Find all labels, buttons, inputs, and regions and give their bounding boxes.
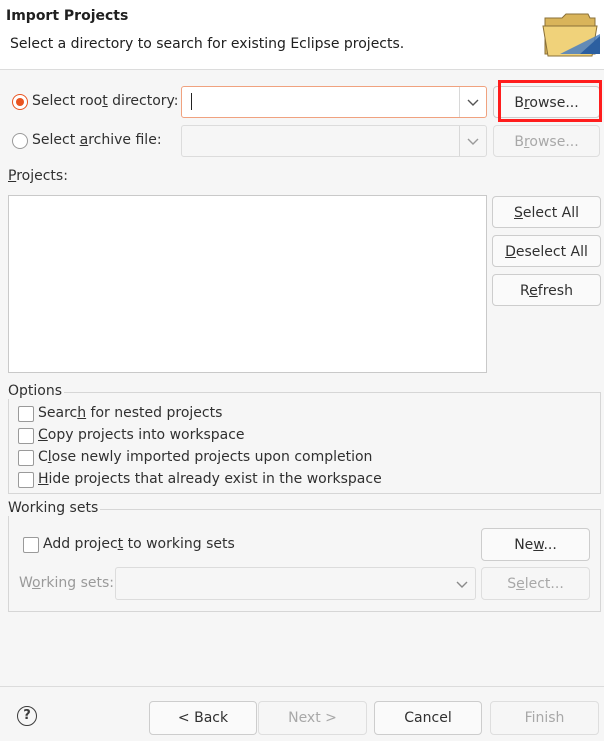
help-icon[interactable]: ? — [17, 706, 37, 726]
copy-projects-checkbox[interactable] — [18, 428, 34, 444]
folder-icon — [542, 13, 600, 57]
root-directory-radio[interactable] — [12, 94, 28, 110]
options-title: Options — [8, 383, 65, 399]
wizard-subtitle: Select a directory to search for existin… — [10, 36, 405, 52]
close-projects-label: Close newly imported projects upon compl… — [38, 449, 373, 465]
next-button[interactable]: Next > — [258, 701, 367, 735]
wizard-title: Import Projects — [6, 8, 129, 24]
working-sets-label: Working sets: — [19, 575, 114, 591]
browse-archive-button[interactable]: Browse... — [493, 125, 600, 157]
cancel-button[interactable]: Cancel — [374, 701, 482, 735]
highlight-box — [498, 80, 602, 122]
projects-label: Projects: — [8, 168, 68, 184]
chevron-down-icon[interactable] — [466, 95, 480, 109]
add-to-working-sets-label: Add project to working sets — [43, 536, 235, 552]
back-button[interactable]: < Back — [149, 701, 257, 735]
chevron-down-icon[interactable] — [466, 134, 480, 148]
deselect-all-button[interactable]: Deselect All — [492, 235, 601, 267]
working-sets-title: Working sets — [8, 500, 101, 516]
root-directory-label: Select root directory: — [32, 93, 179, 109]
refresh-button[interactable]: Refresh — [492, 274, 601, 306]
copy-projects-label: Copy projects into workspace — [38, 427, 245, 443]
projects-list[interactable] — [8, 195, 487, 373]
archive-file-radio[interactable] — [12, 133, 28, 149]
footer-divider — [0, 686, 604, 687]
search-nested-label: Search for nested projects — [38, 405, 223, 421]
root-directory-combo[interactable] — [181, 86, 487, 118]
text-cursor — [191, 93, 192, 110]
new-working-set-button[interactable]: New... — [481, 528, 590, 561]
hide-projects-checkbox[interactable] — [18, 472, 34, 488]
hide-projects-label: Hide projects that already exist in the … — [38, 471, 382, 487]
select-working-sets-button[interactable]: Select... — [481, 567, 590, 600]
add-to-working-sets-checkbox[interactable] — [23, 537, 39, 553]
finish-button[interactable]: Finish — [490, 701, 599, 735]
search-nested-checkbox[interactable] — [18, 406, 34, 422]
close-projects-checkbox[interactable] — [18, 450, 34, 466]
chevron-down-icon[interactable] — [455, 577, 469, 591]
wizard-header: Import Projects Select a directory to se… — [0, 0, 604, 70]
archive-file-label: Select archive file: — [32, 132, 162, 148]
working-sets-combo[interactable] — [115, 567, 476, 600]
archive-file-combo[interactable] — [181, 125, 487, 157]
select-all-button[interactable]: Select All — [492, 196, 601, 228]
